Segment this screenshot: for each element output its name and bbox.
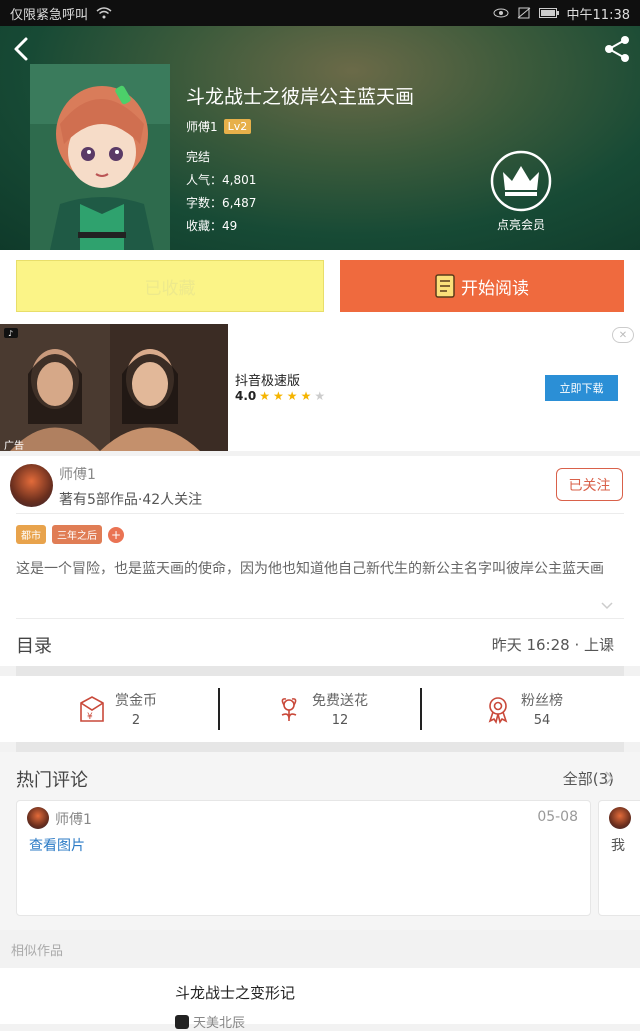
stat-label: 粉丝榜 bbox=[521, 693, 563, 709]
tag-list: 都市 三年之后 + bbox=[16, 525, 124, 544]
section-gap bbox=[16, 666, 624, 676]
start-reading-button[interactable]: 开始阅读 bbox=[340, 260, 624, 312]
divider bbox=[16, 513, 624, 514]
toc-latest-chapter[interactable]: 昨天 16:28 · 上课 bbox=[492, 634, 614, 655]
action-buttons: 已收藏 开始阅读 bbox=[0, 250, 640, 324]
stat-label: 赏金币 bbox=[115, 693, 157, 709]
stat-value: 54 bbox=[533, 713, 551, 728]
comment-card[interactable]: 师傅1 05-08 查看图片 bbox=[16, 800, 591, 916]
book-header: 斗龙战士之彼岸公主蓝天画 师傅1 Lv2 完结 人气：4,801 字数：6,48… bbox=[0, 26, 640, 250]
book-author-line: 师傅1 Lv2 bbox=[186, 118, 252, 135]
chevron-down-icon[interactable] bbox=[600, 601, 614, 611]
divider bbox=[16, 618, 624, 619]
author-name[interactable]: 师傅1 bbox=[59, 464, 96, 484]
vip-button[interactable]: 点亮会员 bbox=[490, 150, 552, 233]
book-author[interactable]: 师傅1 bbox=[186, 118, 218, 135]
book-icon bbox=[435, 274, 455, 298]
ad-app-name: 抖音极速版 bbox=[235, 374, 301, 389]
comment-card[interactable]: 我 bbox=[598, 800, 640, 916]
similar-work-title[interactable]: 斗龙战士之变形记 bbox=[175, 982, 295, 1003]
chevron-right-icon[interactable] bbox=[604, 770, 614, 786]
flower-icon bbox=[281, 698, 297, 721]
star-filled-icon: ★ bbox=[259, 389, 271, 403]
book-cover-image[interactable] bbox=[30, 64, 170, 250]
back-arrow-icon[interactable] bbox=[10, 36, 32, 62]
ad-image[interactable]: ♪ bbox=[0, 324, 228, 451]
add-tag-button[interactable]: + bbox=[108, 526, 124, 543]
star-filled-icon: ★ bbox=[286, 389, 298, 403]
book-meta: 完结 人气：4,801 字数：6,487 收藏：49 bbox=[186, 146, 256, 238]
stat-label: 免费送花 bbox=[312, 693, 368, 709]
stat-value: 12 bbox=[331, 713, 349, 728]
reward-coins-button[interactable]: ¥ 赏金币 2 bbox=[16, 676, 218, 742]
star-filled-icon: ★ bbox=[300, 389, 312, 403]
view-image-link[interactable]: 查看图片 bbox=[29, 835, 85, 855]
book-word-count: 字数：6,487 bbox=[186, 196, 257, 210]
book-favorites: 收藏：49 bbox=[186, 219, 238, 233]
status-bar: 仅限紧急呼叫 中午11:38 bbox=[0, 0, 640, 26]
book-description: 这是一个冒险，也是蓝天画的使命，因为他也知道他自己新代生的新公主名字叫彼岸公主蓝… bbox=[16, 561, 604, 577]
vip-label: 点亮会员 bbox=[496, 218, 545, 232]
ad-rating: 4.0 ★ ★ ★ ★ ★ bbox=[235, 389, 325, 403]
start-reading-label: 开始阅读 bbox=[461, 278, 529, 299]
comments-title: 热门评论 bbox=[16, 770, 88, 791]
section-gap bbox=[16, 742, 624, 752]
red-envelope-icon: ¥ bbox=[80, 696, 104, 722]
avatar[interactable] bbox=[10, 464, 53, 507]
svg-text:♪: ♪ bbox=[8, 329, 13, 338]
comment-user[interactable]: 师傅1 bbox=[55, 809, 92, 829]
send-flower-button[interactable]: 免费送花 12 bbox=[220, 676, 422, 742]
book-popularity: 人气：4,801 bbox=[186, 173, 257, 187]
ad-rating-value: 4.0 bbox=[235, 389, 257, 403]
fan-ranking-button[interactable]: 粉丝榜 54 bbox=[422, 676, 624, 742]
no-sim-icon bbox=[517, 7, 530, 19]
similar-work-author-line: 天美北辰 bbox=[175, 1012, 245, 1031]
stats-row: ¥ 赏金币 2 免费送花 12 粉丝榜 54 bbox=[0, 676, 640, 742]
star-filled-icon: ★ bbox=[273, 389, 284, 403]
chevron-right-icon[interactable] bbox=[604, 637, 614, 653]
star-empty-icon: ★ bbox=[314, 389, 326, 403]
favorite-button[interactable]: 已收藏 bbox=[16, 260, 324, 312]
medal-icon bbox=[488, 697, 508, 724]
avatar[interactable] bbox=[27, 807, 49, 829]
carrier-text: 仅限紧急呼叫 bbox=[10, 7, 89, 23]
ad-banner[interactable]: ♪ 广告 抖音极速版 4.0 ★ ★ ★ ★ ★ 立即下载 ✕ bbox=[0, 324, 640, 452]
similar-works-label: 相似作品 bbox=[11, 944, 64, 959]
ad-close-icon[interactable]: ✕ bbox=[612, 327, 634, 343]
share-icon[interactable] bbox=[602, 34, 632, 64]
book-title: 斗龙战士之彼岸公主蓝天画 bbox=[186, 86, 415, 108]
avatar[interactable] bbox=[609, 807, 631, 829]
hot-comments-section: 热门评论 全部(3) 师傅1 05-08 查看图片 我 bbox=[0, 752, 640, 930]
comment-date: 05-08 bbox=[537, 809, 578, 825]
svg-text:¥: ¥ bbox=[87, 712, 93, 722]
book-status: 完结 bbox=[186, 150, 211, 164]
clock-text: 中午11:38 bbox=[566, 7, 630, 23]
stat-value: 2 bbox=[131, 713, 141, 728]
ad-tag: 广告 bbox=[4, 441, 24, 452]
battery-icon bbox=[538, 8, 559, 18]
book-info-section: 师傅1 著有5部作品·42人关注 已关注 都市 三年之后 + 这是一个冒险，也是… bbox=[0, 456, 640, 666]
tag-chip[interactable]: 都市 bbox=[16, 525, 46, 544]
crown-icon bbox=[490, 150, 552, 212]
author-level-badge: Lv2 bbox=[223, 119, 252, 134]
wifi-icon bbox=[96, 7, 112, 19]
ad-download-button[interactable]: 立即下载 bbox=[545, 375, 618, 401]
similar-work-item[interactable]: 斗龙战士之变形记 天美北辰 bbox=[0, 968, 640, 1031]
comment-content: 我 bbox=[611, 838, 625, 854]
similar-work-author[interactable]: 天美北辰 bbox=[193, 1012, 245, 1031]
follow-button[interactable]: 已关注 bbox=[556, 468, 623, 501]
tag-chip[interactable]: 三年之后 bbox=[52, 525, 102, 544]
eye-icon bbox=[493, 8, 509, 18]
avatar bbox=[175, 1014, 189, 1029]
toc-label[interactable]: 目录 bbox=[16, 632, 52, 658]
author-stats: 著有5部作品·42人关注 bbox=[59, 492, 203, 508]
